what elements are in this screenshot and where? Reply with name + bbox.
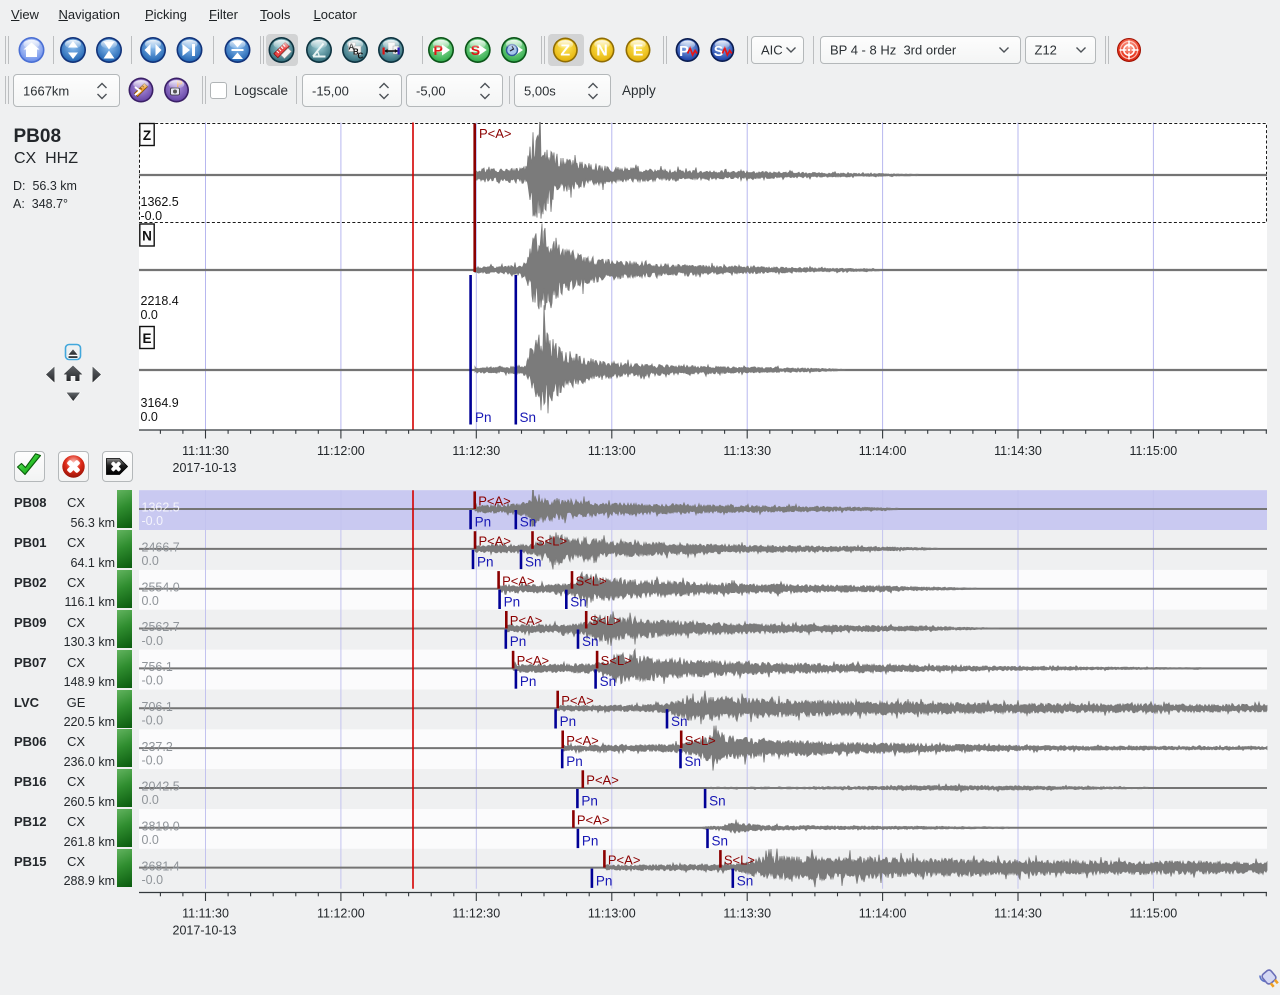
svg-text:Sn: Sn	[709, 794, 726, 809]
svg-text:Pn: Pn	[566, 754, 583, 769]
svg-text:P<A>: P<A>	[566, 733, 599, 748]
svg-text:3819.0: 3819.0	[142, 820, 180, 834]
svg-text:11:12:00: 11:12:00	[317, 444, 365, 458]
svg-text:Sn: Sn	[525, 555, 542, 570]
svg-text:11:15:00: 11:15:00	[1130, 444, 1178, 458]
svg-text:Pn: Pn	[504, 594, 521, 609]
svg-text:11:13:00: 11:13:00	[588, 907, 636, 921]
svg-text:Pn: Pn	[581, 794, 598, 809]
svg-text:Pn: Pn	[477, 555, 494, 570]
svg-text:0.0: 0.0	[142, 554, 159, 568]
svg-text:P<A>: P<A>	[478, 494, 511, 509]
svg-text:N: N	[142, 229, 152, 244]
svg-text:Pn: Pn	[475, 410, 492, 425]
svg-text:P<A>: P<A>	[517, 653, 550, 668]
svg-text:Pn: Pn	[510, 634, 527, 649]
svg-text:3164.9: 3164.9	[141, 396, 179, 410]
svg-text:3681.4: 3681.4	[142, 859, 180, 873]
svg-text:11:13:30: 11:13:30	[723, 444, 771, 458]
svg-text:Pn: Pn	[560, 714, 577, 729]
svg-text:Pn: Pn	[520, 674, 537, 689]
svg-text:-0.0: -0.0	[142, 674, 164, 688]
svg-text:11:14:00: 11:14:00	[859, 907, 907, 921]
svg-text:S<L>: S<L>	[601, 653, 632, 668]
svg-text:Pn: Pn	[475, 515, 492, 530]
svg-text:11:11:30: 11:11:30	[182, 907, 229, 921]
svg-text:-0.0: -0.0	[142, 514, 164, 528]
svg-text:Sn: Sn	[712, 834, 729, 849]
svg-text:11:12:30: 11:12:30	[452, 444, 500, 458]
svg-text:S<L>: S<L>	[590, 613, 621, 628]
svg-text:1362.5: 1362.5	[142, 501, 180, 515]
svg-text:2042.5: 2042.5	[142, 780, 180, 794]
svg-text:11:15:00: 11:15:00	[1130, 907, 1178, 921]
svg-text:2562.7: 2562.7	[142, 620, 180, 634]
svg-text:P<A>: P<A>	[586, 773, 619, 788]
svg-text:0.0: 0.0	[142, 833, 159, 847]
svg-text:Z: Z	[143, 128, 151, 143]
svg-text:P<A>: P<A>	[510, 613, 543, 628]
svg-text:2466.7: 2466.7	[142, 541, 180, 555]
svg-text:Sn: Sn	[520, 515, 537, 530]
svg-text:S<L>: S<L>	[685, 733, 716, 748]
svg-text:P<A>: P<A>	[502, 573, 535, 588]
svg-text:P<A>: P<A>	[479, 126, 512, 141]
svg-text:Sn: Sn	[570, 594, 587, 609]
svg-text:P<A>: P<A>	[608, 852, 641, 867]
svg-text:11:13:30: 11:13:30	[723, 907, 771, 921]
svg-text:Sn: Sn	[671, 714, 688, 729]
svg-text:2017-10-13: 2017-10-13	[173, 924, 237, 938]
svg-text:Sn: Sn	[737, 873, 754, 888]
svg-text:2017-10-13: 2017-10-13	[173, 461, 237, 475]
svg-text:E: E	[142, 331, 151, 346]
svg-text:756.1: 756.1	[142, 660, 173, 674]
svg-text:2554.0: 2554.0	[142, 580, 180, 594]
svg-text:Sn: Sn	[600, 674, 617, 689]
svg-text:11:12:30: 11:12:30	[452, 907, 500, 921]
svg-text:Sn: Sn	[685, 754, 702, 769]
svg-text:11:14:00: 11:14:00	[859, 444, 907, 458]
svg-text:S<L>: S<L>	[536, 534, 567, 549]
svg-text:0.0: 0.0	[142, 594, 159, 608]
svg-text:-0.0: -0.0	[142, 753, 164, 767]
svg-text:Sn: Sn	[582, 634, 599, 649]
svg-text:Sn: Sn	[520, 410, 537, 425]
svg-text:-0.0: -0.0	[142, 873, 164, 887]
svg-text:-0.0: -0.0	[142, 634, 164, 648]
svg-text:P<A>: P<A>	[561, 693, 594, 708]
svg-text:1362.5: 1362.5	[141, 195, 179, 209]
svg-text:Pn: Pn	[582, 834, 599, 849]
svg-text:P<A>: P<A>	[479, 534, 512, 549]
svg-text:0.0: 0.0	[141, 410, 158, 424]
svg-text:706.1: 706.1	[142, 700, 173, 714]
svg-text:237.2: 237.2	[142, 740, 173, 754]
svg-text:S<L>: S<L>	[576, 573, 607, 588]
svg-text:11:14:30: 11:14:30	[994, 444, 1042, 458]
svg-text:-0.0: -0.0	[142, 714, 164, 728]
svg-text:Pn: Pn	[596, 873, 613, 888]
svg-text:11:14:30: 11:14:30	[994, 907, 1042, 921]
svg-text:11:13:00: 11:13:00	[588, 444, 636, 458]
svg-text:S<L>: S<L>	[724, 852, 755, 867]
svg-text:0.0: 0.0	[142, 793, 159, 807]
svg-text:11:12:00: 11:12:00	[317, 907, 365, 921]
svg-text:P<A>: P<A>	[577, 813, 610, 828]
svg-text:2218.4: 2218.4	[141, 294, 179, 308]
svg-text:11:11:30: 11:11:30	[182, 444, 229, 458]
svg-text:-0.0: -0.0	[141, 209, 163, 223]
svg-text:C: C	[358, 52, 364, 61]
svg-text:0.0: 0.0	[141, 308, 158, 322]
